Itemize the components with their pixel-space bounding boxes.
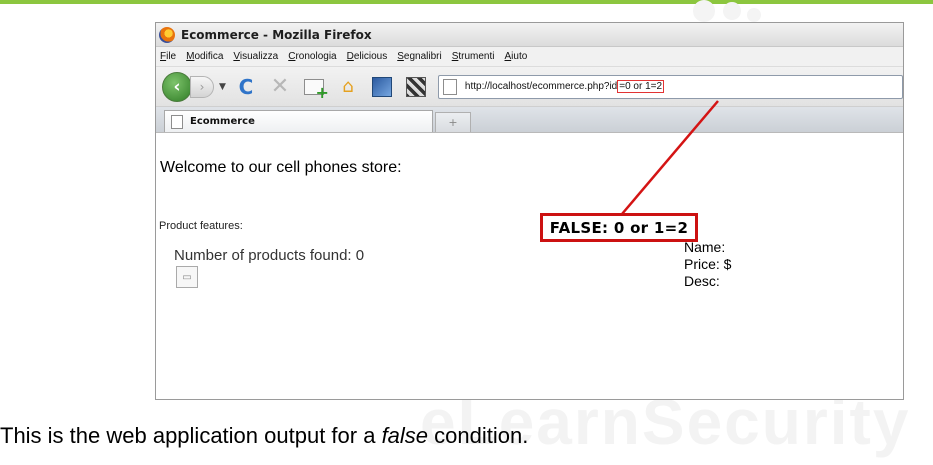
menu-strumenti[interactable]: Strumenti	[452, 51, 495, 62]
title-bar: Ecommerce - Mozilla Firefox	[156, 23, 903, 47]
menu-bar: File Modifica Visualizza Cronologia Deli…	[156, 47, 903, 67]
menu-delicious[interactable]: Delicious	[347, 51, 388, 62]
menu-modifica[interactable]: Modifica	[186, 51, 223, 62]
url-text[interactable]: http://localhost/ecommerce.php?id =0 or 1…	[465, 80, 665, 93]
menu-file[interactable]: File	[160, 51, 176, 62]
back-arrow-icon[interactable]: ‹	[162, 71, 192, 102]
address-bar[interactable]: http://localhost/ecommerce.php?id =0 or 1…	[437, 74, 903, 99]
firefox-logo-icon	[159, 26, 175, 43]
new-tab-toolbar-button[interactable]	[300, 74, 329, 102]
home-button[interactable]: ⌂	[334, 74, 362, 100]
page-content: Welcome to our cell phones store: Produc…	[156, 133, 903, 379]
history-dropdown-icon[interactable]: ▼	[219, 82, 226, 92]
url-payload-highlight: =0 or 1=2	[617, 80, 665, 93]
checkered-icon	[405, 76, 426, 97]
navigation-toolbar: ‹ › ▼ C ✕ ⌂ http://localhost/ecommerce.p…	[156, 67, 903, 107]
welcome-heading: Welcome to our cell phones store:	[160, 159, 402, 176]
products-found-text: Number of products found: 0	[174, 247, 365, 264]
new-tab-icon	[303, 78, 329, 102]
bookmark-icon	[371, 76, 392, 97]
broken-image-icon: ▭	[176, 266, 198, 288]
desc-label: Desc:	[684, 273, 720, 289]
page-icon	[442, 78, 457, 95]
menu-segnalibri[interactable]: Segnalibri	[397, 51, 441, 62]
product-details: Name: Price: $ Desc:	[684, 239, 731, 290]
window-title: Ecommerce - Mozilla Firefox	[181, 27, 372, 42]
reload-icon: C	[238, 74, 254, 99]
menu-aiuto[interactable]: Aiuto	[505, 51, 528, 62]
tab-ecommerce[interactable]: Ecommerce	[164, 110, 433, 132]
tab-label: Ecommerce	[190, 116, 255, 127]
bookmark-button[interactable]	[368, 74, 396, 100]
pattern-button[interactable]	[402, 74, 430, 100]
reload-button[interactable]: C	[232, 74, 260, 100]
menu-visualizza[interactable]: Visualizza	[233, 51, 278, 62]
stop-icon: ✕	[270, 74, 290, 99]
new-tab-button[interactable]: +	[435, 112, 471, 132]
price-label: Price: $	[684, 256, 732, 272]
forward-arrow-icon[interactable]: ›	[190, 75, 214, 98]
false-condition-callout: FALSE: 0 or 1=2	[540, 213, 698, 242]
page-icon	[171, 114, 183, 129]
home-icon: ⌂	[342, 76, 354, 97]
slide-top-rule	[0, 0, 933, 4]
menu-cronologia[interactable]: Cronologia	[288, 51, 336, 62]
product-features-label: Product features:	[159, 220, 243, 232]
browser-window: Ecommerce - Mozilla Firefox File Modific…	[155, 22, 904, 400]
slide-caption: This is the web application output for a…	[0, 423, 529, 448]
stop-button[interactable]: ✕	[266, 74, 294, 100]
tab-bar: Ecommerce +	[156, 107, 903, 133]
caption-emphasis: false	[381, 423, 429, 448]
